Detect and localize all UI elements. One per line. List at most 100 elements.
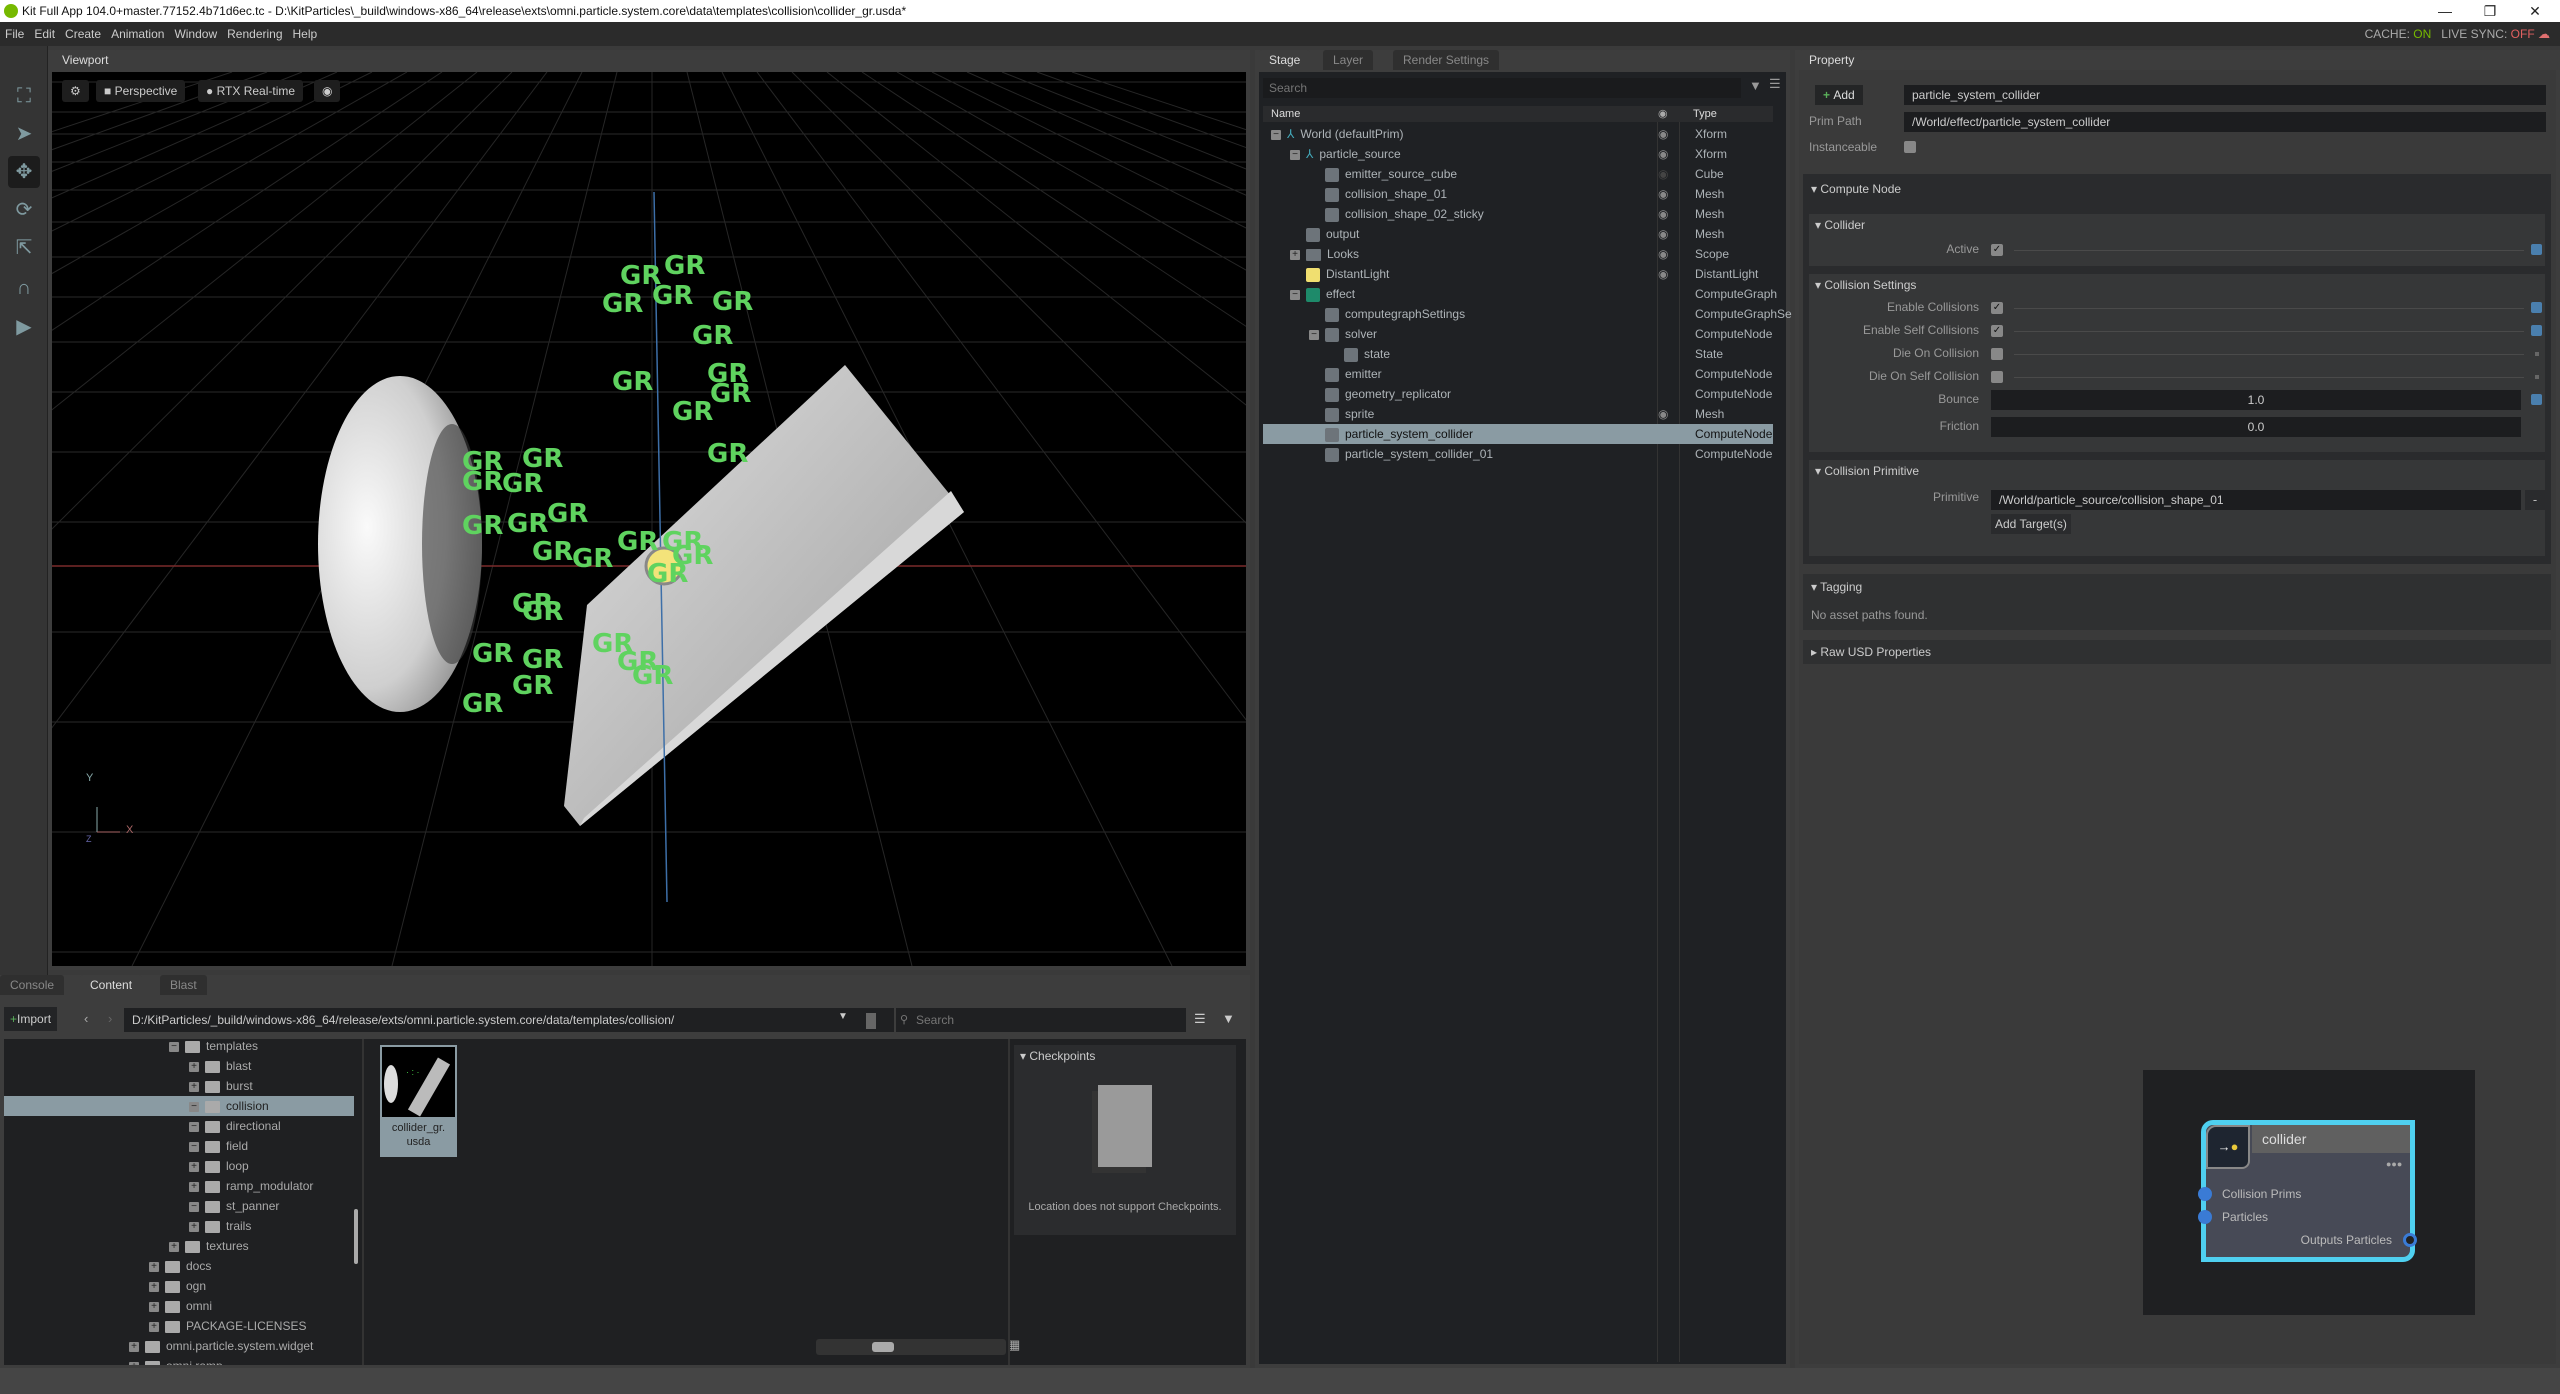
stage-row[interactable]: output ◉ Mesh: [1263, 224, 1773, 244]
setting-default-indicator[interactable]: [2531, 302, 2542, 313]
menu-edit[interactable]: Edit: [29, 22, 60, 46]
output-port-particles[interactable]: [2403, 1233, 2417, 1247]
tab-viewport[interactable]: Viewport: [52, 50, 119, 70]
folder-tree-item[interactable]: + blast: [4, 1056, 354, 1076]
visibility-button[interactable]: ◉: [314, 80, 341, 102]
folder-tree-item[interactable]: − field: [4, 1136, 354, 1156]
primitive-field[interactable]: /World/particle_source/collision_shape_0…: [1991, 490, 2521, 510]
restore-button[interactable]: ❐: [2470, 0, 2510, 22]
visibility-eye-icon[interactable]: ◉: [1658, 404, 1668, 424]
prim-path-field[interactable]: /World/effect/particle_system_collider: [1904, 112, 2546, 132]
renderer-button[interactable]: ● RTX Real-time: [198, 80, 304, 102]
expand-icon[interactable]: +: [189, 1221, 199, 1232]
minimize-button[interactable]: —: [2425, 0, 2465, 22]
expand-icon[interactable]: +: [1290, 249, 1300, 260]
slider-handle[interactable]: [872, 1342, 894, 1352]
stage-row[interactable]: geometry_replicator ComputeNode: [1263, 384, 1773, 404]
folder-tree-item[interactable]: + omni.ramp: [4, 1356, 354, 1365]
stage-row[interactable]: particle_system_collider ComputeNode: [1263, 424, 1773, 444]
folder-tree-item[interactable]: + loop: [4, 1156, 354, 1176]
visibility-eye-icon[interactable]: ◉: [1658, 184, 1668, 204]
tab-render-settings[interactable]: Render Settings: [1393, 50, 1500, 70]
visibility-eye-icon[interactable]: ◉: [1658, 124, 1668, 144]
stage-row[interactable]: − effect ComputeGraph: [1263, 284, 1777, 304]
expand-icon[interactable]: +: [149, 1301, 159, 1312]
tab-property[interactable]: Property: [1799, 50, 1865, 70]
compute-node-header[interactable]: ▾ Compute Node: [1811, 182, 1901, 196]
active-checkbox[interactable]: ✓: [1991, 244, 2003, 256]
menu-create[interactable]: Create: [60, 22, 106, 46]
snap-icon[interactable]: ∩: [8, 272, 40, 304]
visibility-eye-icon[interactable]: ◉: [1658, 144, 1668, 164]
setting-checkbox[interactable]: ✓: [1991, 325, 2003, 337]
folder-tree-item[interactable]: + trails: [4, 1216, 354, 1236]
content-search-input[interactable]: [896, 1008, 1186, 1032]
collapse-icon[interactable]: −: [1271, 129, 1281, 140]
expand-icon[interactable]: +: [149, 1281, 159, 1292]
collision-primitive-header[interactable]: ▾ Collision Primitive: [1815, 464, 1919, 478]
stage-row[interactable]: emitter_source_cube ◉ Cube: [1263, 164, 1773, 184]
folder-tree-item[interactable]: + docs: [4, 1256, 354, 1276]
setting-default-indicator[interactable]: [2531, 325, 2542, 336]
folder-tree-item[interactable]: − st_panner: [4, 1196, 354, 1216]
tab-console[interactable]: Console: [0, 975, 65, 995]
filter-icon[interactable]: ▼: [1749, 78, 1762, 93]
visibility-eye-icon[interactable]: ◉: [1658, 264, 1668, 284]
stage-row[interactable]: computegraphSettings ComputeGraphSe: [1263, 304, 1792, 324]
stage-row[interactable]: − ⅄ particle_source ◉ Xform: [1263, 144, 1773, 164]
play-icon[interactable]: ▶: [8, 311, 40, 343]
collider-node[interactable]: →● collider ●●● Collision Prims Particle…: [2198, 1120, 2417, 1262]
stage-row[interactable]: + Looks ◉ Scope: [1263, 244, 1773, 264]
move-icon[interactable]: ✥: [8, 156, 40, 188]
tab-blast[interactable]: Blast: [160, 975, 207, 995]
select-icon[interactable]: ➤: [8, 118, 40, 150]
setting-default-indicator[interactable]: [2535, 352, 2539, 356]
collapse-icon[interactable]: −: [1290, 289, 1300, 300]
expand-icon[interactable]: +: [149, 1321, 159, 1332]
collapse-icon[interactable]: −: [1290, 149, 1300, 160]
collapse-icon[interactable]: −: [169, 1041, 179, 1052]
camera-button[interactable]: ■ Perspective: [96, 80, 186, 102]
path-field[interactable]: D:/KitParticles/_build/windows-x86_64/re…: [124, 1008, 894, 1032]
menu-animation[interactable]: Animation: [106, 22, 169, 46]
forward-button[interactable]: ›: [108, 1011, 112, 1026]
tab-layer[interactable]: Layer: [1323, 50, 1374, 70]
bookmark-icon[interactable]: [866, 1013, 876, 1029]
tab-stage[interactable]: Stage: [1259, 50, 1311, 70]
node-graph-preview[interactable]: →● collider ●●● Collision Prims Particle…: [2143, 1070, 2475, 1315]
stage-row[interactable]: DistantLight ◉ DistantLight: [1263, 264, 1773, 284]
collider-header[interactable]: ▾ Collider: [1815, 218, 1865, 232]
expand-icon[interactable]: +: [189, 1161, 199, 1172]
collapse-icon[interactable]: −: [189, 1121, 199, 1132]
add-targets-button[interactable]: Add Target(s): [1991, 514, 2071, 534]
expand-icon[interactable]: +: [189, 1081, 199, 1092]
stage-row[interactable]: collision_shape_02_sticky ◉ Mesh: [1263, 204, 1773, 224]
menu-file[interactable]: File: [0, 22, 29, 46]
remove-target-button[interactable]: -: [2525, 490, 2545, 510]
collapse-icon[interactable]: −: [189, 1201, 199, 1212]
collapse-icon[interactable]: −: [189, 1101, 199, 1112]
file-item-collider-gr[interactable]: · : · collider_gr. usda: [380, 1045, 457, 1157]
input-port-particles[interactable]: [2198, 1210, 2212, 1224]
stage-row[interactable]: − ⅄ World (defaultPrim) ◉ Xform: [1263, 124, 1773, 144]
raw-usd-header[interactable]: ▸ Raw USD Properties: [1811, 645, 1931, 659]
menu-window[interactable]: Window: [169, 22, 222, 46]
folder-tree-item[interactable]: + PACKAGE-LICENSES: [4, 1316, 354, 1336]
setting-checkbox[interactable]: [1991, 348, 2003, 360]
setting-checkbox[interactable]: [1991, 371, 2003, 383]
node-menu-icon[interactable]: ●●●: [2386, 1159, 2402, 1169]
folder-tree-item[interactable]: + omni: [4, 1296, 354, 1316]
folder-tree-item[interactable]: + ogn: [4, 1276, 354, 1296]
stage-row[interactable]: collision_shape_01 ◉ Mesh: [1263, 184, 1773, 204]
folder-tree-item[interactable]: − collision: [4, 1096, 354, 1116]
frame-icon[interactable]: ⛶: [8, 80, 40, 112]
bounce-default-indicator[interactable]: [2531, 394, 2542, 405]
collision-settings-header[interactable]: ▾ Collision Settings: [1815, 278, 1916, 292]
prim-name-field[interactable]: particle_system_collider: [1904, 85, 2546, 105]
scale-icon[interactable]: ⇱: [8, 232, 40, 264]
friction-field[interactable]: 0.0: [1991, 417, 2521, 437]
close-button[interactable]: ✕: [2515, 0, 2555, 22]
folder-tree-item[interactable]: + omni.particle.system.widget: [4, 1336, 354, 1356]
instanceable-checkbox[interactable]: [1904, 141, 1916, 153]
folder-tree-item[interactable]: + ramp_modulator: [4, 1176, 354, 1196]
